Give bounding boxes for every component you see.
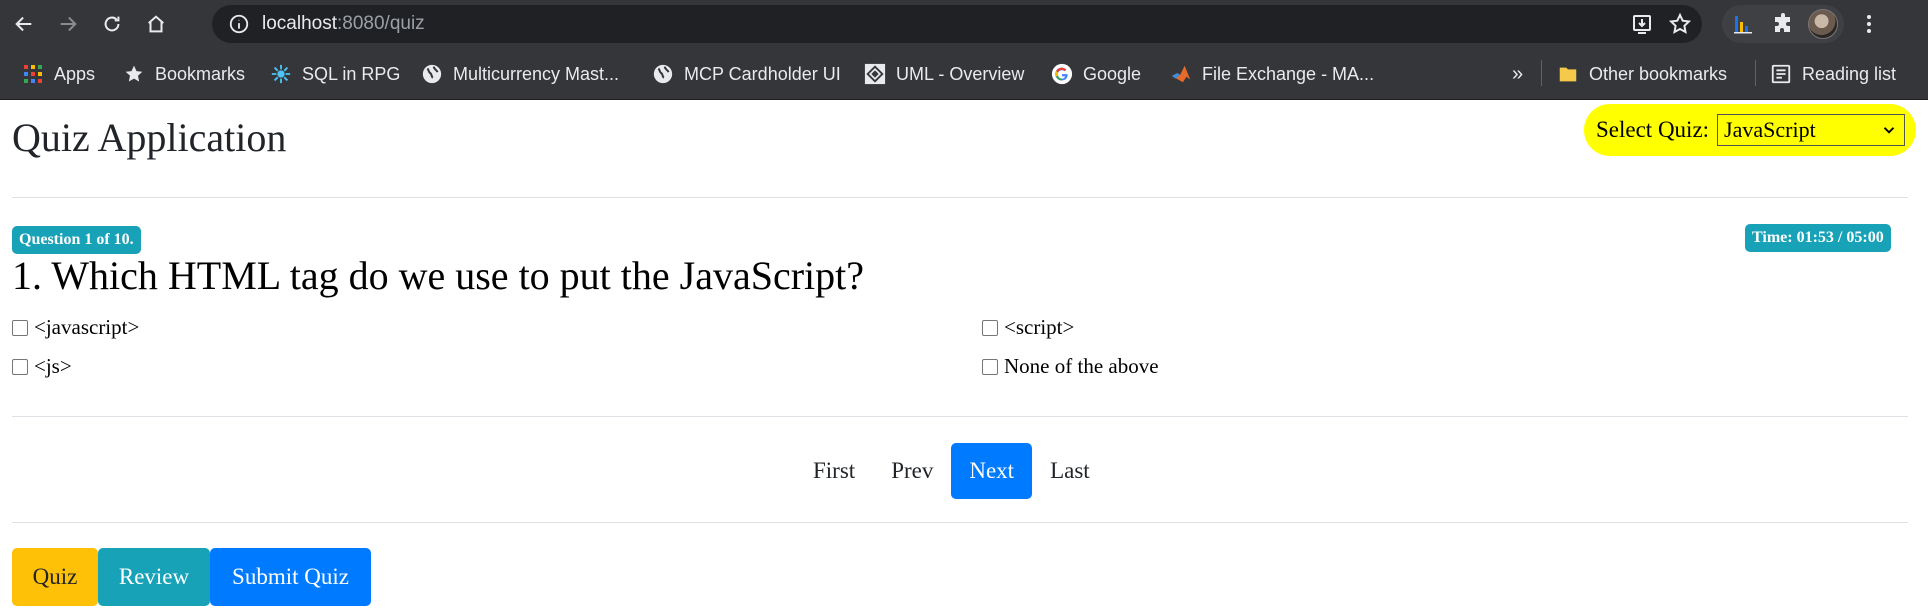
option-checkbox[interactable] (982, 358, 998, 375)
bookmark-google[interactable]: Google (1051, 60, 1141, 88)
globe-icon (421, 63, 443, 85)
next-page-button[interactable]: Next (951, 443, 1033, 499)
quiz-mode-button[interactable]: Quiz (12, 548, 98, 606)
url-path: :8080/quiz (337, 13, 425, 34)
answer-option[interactable]: <js> (12, 354, 72, 379)
bookmark-label: Other bookmarks (1589, 63, 1728, 84)
submit-quiz-button[interactable]: Submit Quiz (210, 548, 371, 606)
bookmark-label: Google (1083, 63, 1142, 84)
quiz-page: Quiz Application Select Quiz: JavaScript… (0, 100, 1928, 615)
quiz-select-value: JavaScript (1724, 117, 1816, 142)
page-title: Quiz Application (12, 115, 287, 160)
review-button[interactable]: Review (98, 548, 210, 606)
bookmark-other-bookmarks[interactable]: Other bookmarks (1557, 60, 1727, 88)
option-label: <javascript> (34, 315, 140, 339)
bookmark-star-icon[interactable] (1668, 12, 1692, 36)
bookmark-label: UML - Overview (896, 63, 1025, 84)
last-page-button[interactable]: Last (1032, 443, 1108, 499)
profile-avatar[interactable] (1808, 9, 1838, 39)
bookmarks-bar: Apps Bookmarks SQL in RPG Multicurrency … (0, 48, 1928, 100)
bookmark-label: MCP Cardholder UI (684, 63, 841, 84)
sql-icon (270, 63, 292, 85)
pagination: First Prev Next Last (795, 442, 1108, 500)
divider (12, 197, 1908, 198)
back-icon[interactable] (4, 4, 44, 44)
timer-badge: Time: 01:53 / 05:00 (1745, 224, 1891, 252)
chevron-down-icon (1883, 127, 1895, 134)
answer-option[interactable]: <script> (982, 315, 1074, 340)
question-counter-badge: Question 1 of 10. (12, 226, 141, 254)
extensions-group (1722, 5, 1844, 43)
home-icon[interactable] (136, 4, 176, 44)
forward-icon[interactable] (48, 4, 88, 44)
url-host: localhost (262, 13, 337, 34)
bookmark-mcp-cardholder[interactable]: MCP Cardholder UI (652, 60, 841, 88)
puzzle-extensions-icon[interactable] (1768, 9, 1798, 39)
star-icon (123, 63, 145, 85)
chart-extension-icon[interactable] (1728, 9, 1758, 39)
option-label: None of the above (1004, 354, 1159, 378)
bookmarks-divider (1541, 60, 1542, 86)
divider (12, 522, 1908, 523)
bookmark-uml-overview[interactable]: UML - Overview (864, 60, 1024, 88)
quiz-select-dropdown[interactable]: JavaScript (1717, 114, 1906, 146)
prev-page-button[interactable]: Prev (873, 443, 951, 499)
uml-icon (864, 63, 886, 85)
question-text: 1. Which HTML tag do we use to put the J… (12, 253, 865, 298)
divider (12, 416, 1908, 417)
quiz-selector: Select Quiz: JavaScript (1584, 104, 1916, 156)
bookmark-label: File Exchange - MA... (1202, 63, 1375, 84)
globe-icon (652, 63, 674, 85)
install-app-icon[interactable] (1630, 12, 1654, 36)
option-checkbox[interactable] (982, 319, 998, 336)
browser-toolbar: localhost:8080/quiz (0, 0, 1928, 48)
reading-list-button[interactable]: Reading list (1770, 60, 1896, 88)
option-label: <js> (34, 354, 72, 378)
option-checkbox[interactable] (12, 319, 28, 336)
reload-icon[interactable] (92, 4, 132, 44)
bookmark-multicurrency[interactable]: Multicurrency Mast... (421, 60, 619, 88)
bookmark-apps[interactable]: Apps (22, 60, 95, 88)
reading-list-icon (1770, 63, 1792, 85)
reading-list-label: Reading list (1802, 63, 1897, 84)
answer-option[interactable]: <javascript> (12, 315, 139, 340)
bookmark-label: Apps (54, 63, 96, 84)
apps-grid-icon (22, 63, 44, 85)
quiz-select-label: Select Quiz: (1596, 117, 1710, 142)
bookmark-label: SQL in RPG (302, 63, 401, 84)
bookmarks-divider (1755, 60, 1756, 86)
bookmark-bookmarks[interactable]: Bookmarks (123, 60, 245, 88)
address-bar[interactable]: localhost:8080/quiz (212, 5, 1702, 43)
google-icon (1051, 63, 1073, 85)
option-label: <script> (1004, 315, 1075, 339)
bookmarks-overflow-button[interactable]: » (1512, 60, 1523, 88)
option-checkbox[interactable] (12, 358, 28, 375)
matlab-icon (1170, 63, 1192, 85)
folder-icon (1557, 63, 1579, 85)
bookmark-label: Bookmarks (155, 63, 246, 84)
bookmark-file-exchange[interactable]: File Exchange - MA... (1170, 60, 1374, 88)
bookmark-label: Multicurrency Mast... (453, 63, 620, 84)
answer-option[interactable]: None of the above (982, 354, 1159, 379)
site-info-icon[interactable] (228, 13, 250, 35)
first-page-button[interactable]: First (795, 443, 873, 499)
bookmark-sql-in-rpg[interactable]: SQL in RPG (270, 60, 400, 88)
browser-menu-icon[interactable] (1854, 5, 1884, 43)
